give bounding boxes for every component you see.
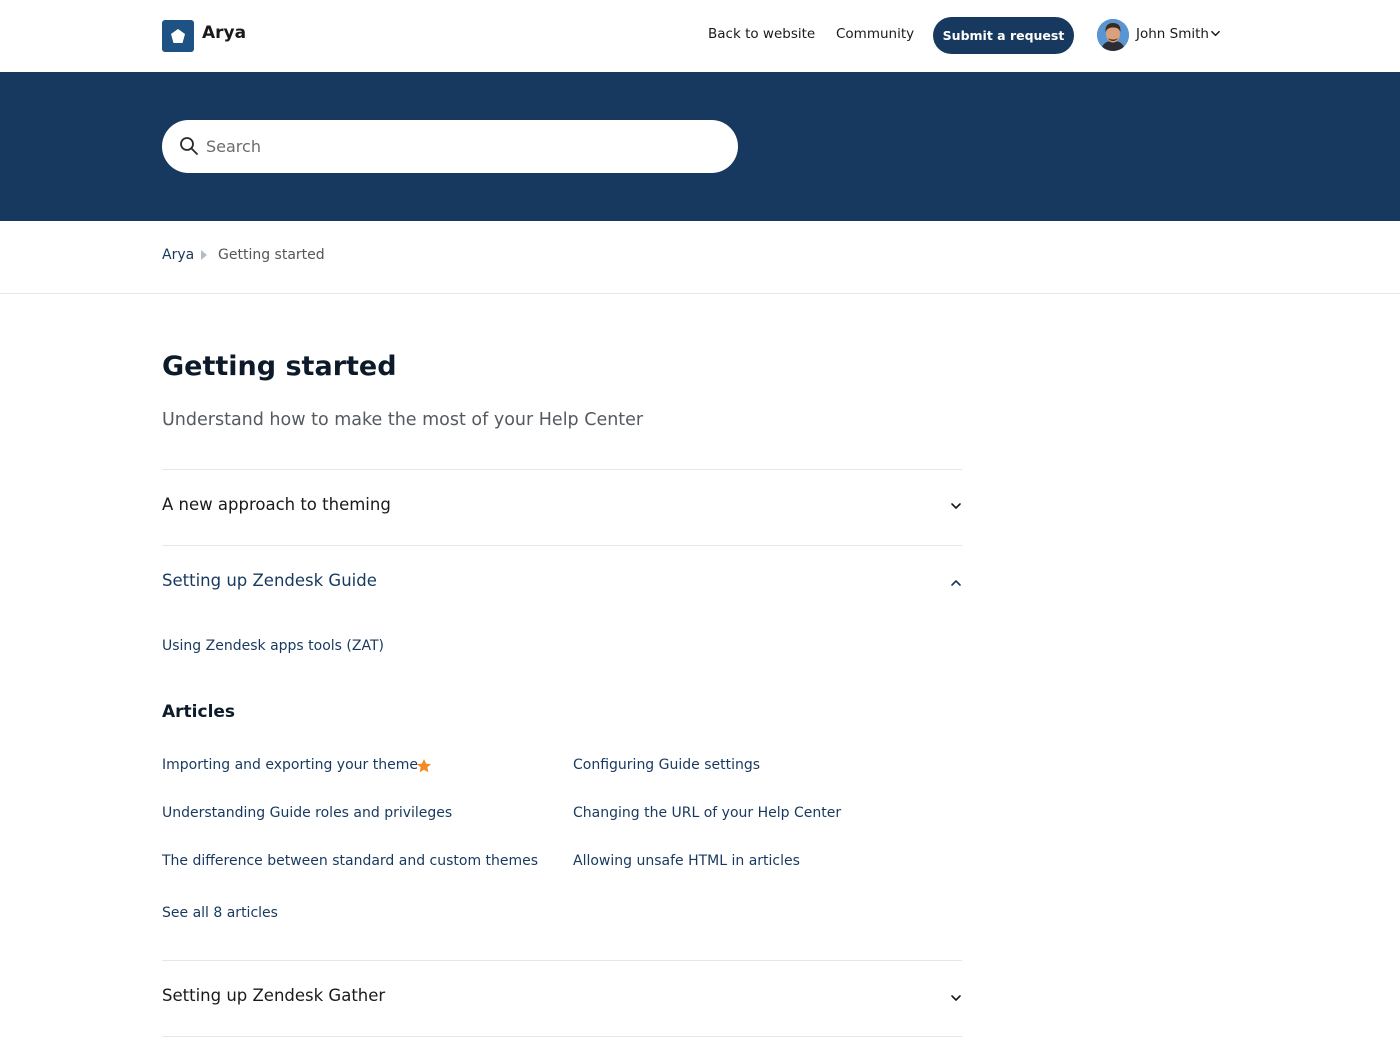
section-toggle-zendesk-gather[interactable]: Setting up Zendesk Gather — [162, 986, 385, 1005]
chevron-down-icon[interactable] — [950, 992, 962, 1004]
home-pentagon-icon — [171, 29, 185, 43]
article-link[interactable]: Allowing unsafe HTML in articles — [573, 853, 800, 869]
chevron-down-icon[interactable] — [950, 500, 962, 512]
brand-logo-icon[interactable] — [162, 20, 194, 52]
chevron-up-icon[interactable] — [950, 577, 962, 589]
breadcrumb-separator-icon — [201, 250, 207, 260]
articles-heading: Articles — [162, 702, 236, 722]
chevron-down-icon[interactable] — [1210, 28, 1221, 39]
section-divider — [162, 469, 962, 470]
article-link[interactable]: Understanding Guide roles and privileges — [162, 805, 452, 821]
section-divider — [162, 960, 962, 961]
search-icon — [180, 137, 198, 155]
page-description: Understand how to make the most of your … — [162, 410, 644, 430]
section-divider — [162, 545, 962, 546]
section-toggle-zendesk-guide[interactable]: Setting up Zendesk Guide — [162, 571, 377, 590]
brand-name[interactable]: Arya — [202, 23, 246, 43]
submit-request-button[interactable]: Submit a request — [933, 17, 1074, 54]
search-bar[interactable] — [162, 120, 738, 173]
breadcrumb-current: Getting started — [218, 247, 325, 263]
page-title: Getting started — [162, 351, 397, 382]
article-link[interactable]: Changing the URL of your Help Center — [573, 805, 841, 821]
section-toggle-theming[interactable]: A new approach to theming — [162, 495, 391, 514]
promoted-star-icon — [417, 759, 431, 773]
subsection-link-zat[interactable]: Using Zendesk apps tools (ZAT) — [162, 638, 384, 654]
breadcrumb: Arya Getting started — [0, 221, 1400, 294]
see-all-articles-link[interactable]: See all 8 articles — [162, 905, 278, 921]
back-to-website-link[interactable]: Back to website — [708, 26, 815, 42]
user-avatar-icon — [1097, 19, 1129, 51]
section-divider — [162, 1036, 962, 1037]
hero-banner — [0, 72, 1400, 221]
user-menu-name[interactable]: John Smith — [1136, 26, 1209, 42]
breadcrumb-home-link[interactable]: Arya — [162, 247, 194, 263]
community-link[interactable]: Community — [836, 26, 914, 42]
avatar[interactable] — [1097, 19, 1129, 51]
top-header: Arya Back to website Community Submit a … — [0, 0, 1400, 72]
article-link[interactable]: Configuring Guide settings — [573, 757, 760, 773]
article-link[interactable]: The difference between standard and cust… — [162, 853, 538, 869]
article-link[interactable]: Importing and exporting your theme — [162, 757, 418, 773]
search-input[interactable] — [206, 130, 706, 163]
